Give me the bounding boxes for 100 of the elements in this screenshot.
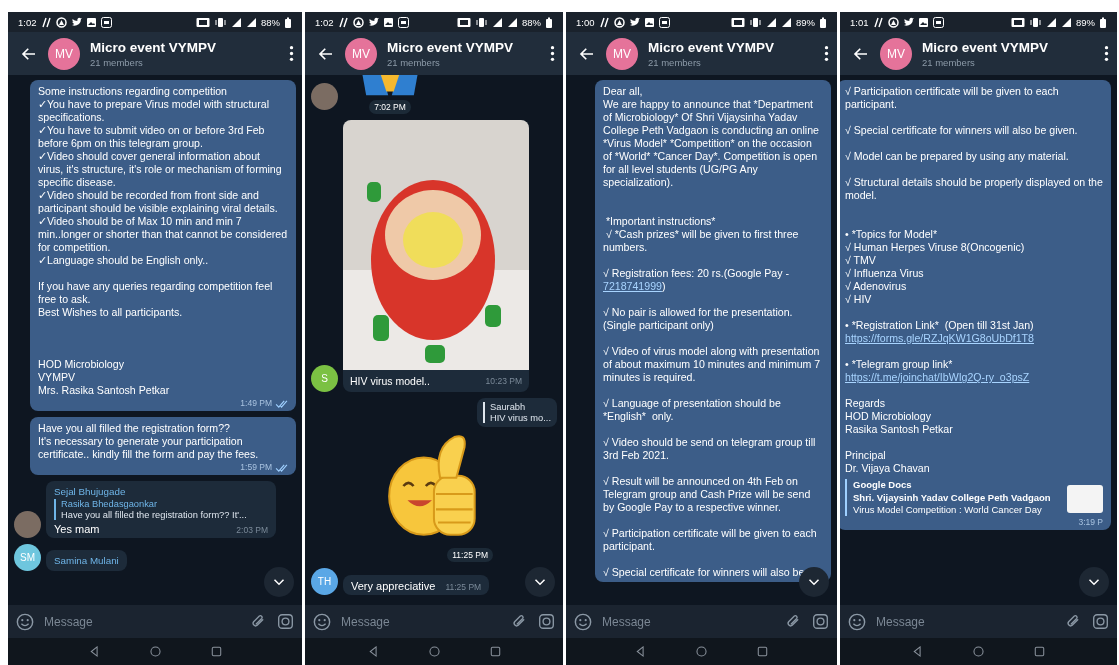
group-avatar: MV <box>345 37 377 70</box>
signal-icon <box>766 16 777 28</box>
app-icon <box>658 16 670 28</box>
message-text: Some instructions regarding competition ✓You have to prepare Virus model with structural specifications. ✓You have to submit video on or before 3rd Feb before 6pm on this telegram group. ✓Video should cover general information about virus, it's structure, it's role or mechanism of forming specific disease. ✓Video should be recorded from front side and participant should be visible explaining viral details. ✓Video should be of Max 10 min and min 7 min..longer or shorter than that cannot be considered for competition. ✓Language should be English only.. If you have any queries regarding competition feel free to ask. Best Wishes to all participants. HOD Microbiology VYMPV Mrs. Rasika Santosh Petkar <box>38 85 288 397</box>
praying-hands-sticker <box>362 75 418 97</box>
message-text: Yes mam <box>54 523 100 535</box>
camera-icon[interactable] <box>277 613 294 630</box>
message-field[interactable]: Message <box>602 610 775 633</box>
status-time: 1:02 <box>315 16 334 28</box>
chat-title: Micro event VYMPV <box>648 39 776 55</box>
sender-name: Sejal Bhujugade <box>54 486 127 497</box>
message-time: 11:25 PM <box>445 582 482 592</box>
chat-title: Micro event VYMPV <box>922 39 1050 55</box>
message-link[interactable]: https://t.me/joinchat/IbWIg2Q-ry_o3psZ <box>845 371 1030 383</box>
group-avatar: MV <box>48 37 80 70</box>
message-field[interactable]: Message <box>341 610 501 633</box>
avatar-placeholder <box>311 83 338 110</box>
preview-title: Shri. Vijaysinh Yadav College Peth Vadgaon <box>853 491 1052 503</box>
sender-name: Samina Mulani <box>54 555 119 566</box>
emoji-icon[interactable] <box>16 612 34 631</box>
recents-icon[interactable] <box>756 645 769 658</box>
preview-site: Google Docs <box>853 479 913 491</box>
reply-text: Have you all filled the registration form?? It'... <box>61 510 248 520</box>
message-time: 2:03 PM <box>236 525 268 535</box>
recents-icon[interactable] <box>1033 645 1046 658</box>
vibrate-icon <box>475 16 488 28</box>
link-preview[interactable]: Google Docs Shri. Vijaysinh Yadav College Peth Vadgaon Virus Model Competition : World Cancer Day <box>845 479 1103 516</box>
chat-title: Micro event VYMPV <box>90 39 218 55</box>
camera-icon[interactable] <box>538 613 555 630</box>
reply-author: Saurabh <box>490 402 527 412</box>
bird-icon <box>628 16 640 28</box>
battery-level: 88% <box>261 16 280 28</box>
chip-icon <box>457 16 471 28</box>
signal-icon <box>1046 16 1057 28</box>
home-icon[interactable] <box>695 645 708 658</box>
message-time: 10:23 PM <box>485 376 522 386</box>
signal-icon <box>246 16 257 28</box>
message-field[interactable]: Message <box>44 610 240 633</box>
image-icon <box>382 16 394 28</box>
more-menu-icon[interactable] <box>289 45 294 62</box>
message-link[interactable]: 7218741999 <box>603 280 662 292</box>
battery-level: 89% <box>1076 16 1095 28</box>
emoji-icon[interactable] <box>574 612 592 631</box>
more-menu-icon[interactable] <box>550 45 555 62</box>
more-menu-icon[interactable] <box>1104 45 1109 62</box>
status-time: 1:00 <box>576 16 595 28</box>
bird-icon <box>367 16 379 28</box>
message-field[interactable]: Message <box>876 610 1055 633</box>
bird-icon <box>902 16 914 28</box>
battery-icon <box>545 16 553 28</box>
app-icon <box>932 16 944 28</box>
battery-level: 89% <box>796 16 815 28</box>
message-time: 1:59 PM <box>240 462 272 472</box>
reply-text: HIV virus mo... <box>490 413 551 423</box>
signal-icon <box>492 16 503 28</box>
message-time: 11:25 PM <box>447 548 493 562</box>
chip-icon <box>196 16 210 28</box>
avatar-placeholder <box>14 511 41 538</box>
chip-icon <box>731 16 745 28</box>
preview-description: Virus Model Competition : World Cancer Day <box>853 504 1043 516</box>
member-count: 21 members <box>90 56 144 68</box>
signal-icon <box>231 16 242 28</box>
battery-icon <box>819 16 827 28</box>
member-count: 21 members <box>387 56 441 68</box>
more-menu-icon[interactable] <box>824 45 829 62</box>
recents-icon[interactable] <box>209 645 223 658</box>
emoji-icon[interactable] <box>313 612 331 631</box>
message-time: 3:19 P <box>1078 516 1103 527</box>
message-text: Very appreciative <box>351 580 436 592</box>
reply-author: Rasika Bhedasgaonkar <box>61 499 159 509</box>
app-icon <box>397 16 409 28</box>
signal-icon <box>1061 16 1072 28</box>
home-icon[interactable] <box>972 645 985 658</box>
triangle-circle-icon <box>613 16 625 28</box>
chat-title: Micro event VYMPV <box>387 39 515 55</box>
group-avatar: MV <box>606 37 638 70</box>
user-avatar: S <box>311 365 338 392</box>
group-avatar: MV <box>880 37 912 70</box>
preview-thumbnail <box>1067 485 1103 513</box>
signal-icon <box>507 16 518 28</box>
camera-icon[interactable] <box>1092 613 1109 630</box>
triangle-circle-icon <box>352 16 364 28</box>
triangle-circle-icon <box>55 16 67 28</box>
message-link[interactable]: https://forms.gle/RZJqKW1G8oUbDf1T8 <box>845 332 1034 344</box>
chip-icon <box>1011 16 1025 28</box>
message-time: 1:49 PM <box>240 398 272 408</box>
bird-icon <box>70 16 82 28</box>
member-count: 21 members <box>922 56 976 68</box>
recents-icon[interactable] <box>488 645 502 658</box>
emoji-icon[interactable] <box>848 612 866 631</box>
home-icon[interactable] <box>427 645 441 658</box>
image-icon <box>85 16 97 28</box>
triangle-circle-icon <box>887 16 899 28</box>
image-icon <box>643 16 655 28</box>
battery-level: 88% <box>522 16 541 28</box>
camera-icon[interactable] <box>812 613 829 630</box>
user-avatar: TH <box>311 568 338 595</box>
home-icon[interactable] <box>148 645 162 658</box>
status-time: 1:02 <box>18 16 37 28</box>
image-icon <box>917 16 929 28</box>
